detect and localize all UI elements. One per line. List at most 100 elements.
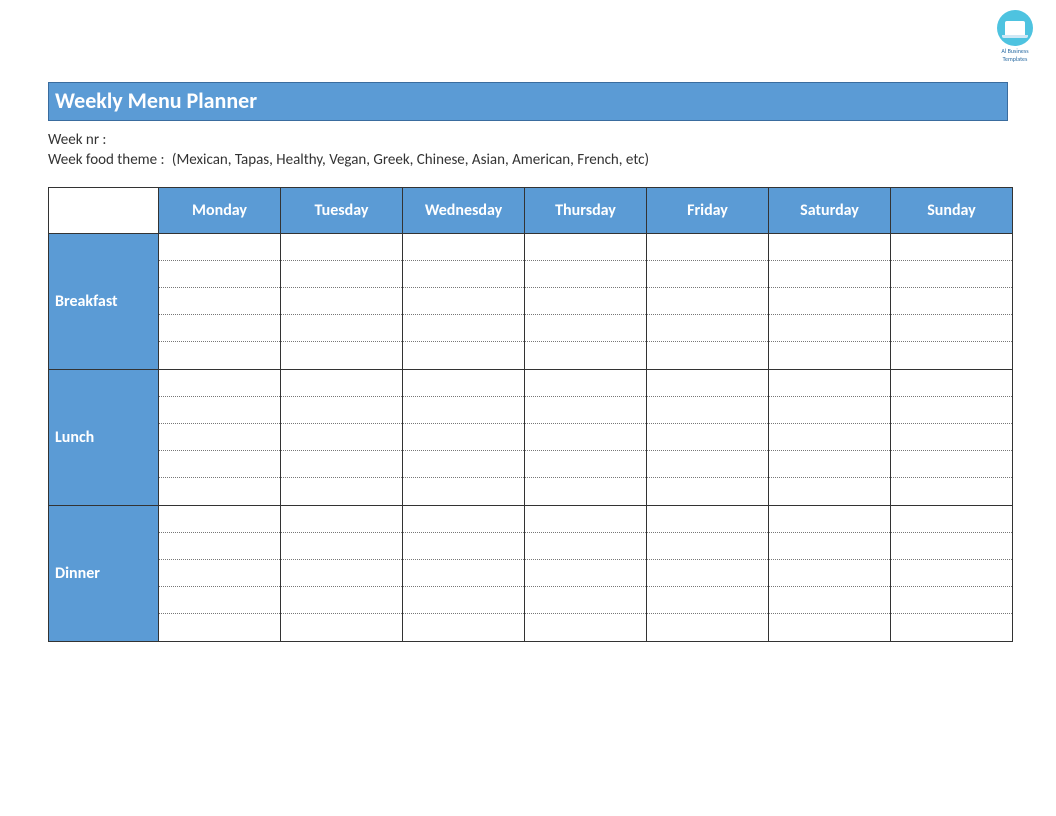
entry-line[interactable] xyxy=(281,424,402,451)
entry-line[interactable] xyxy=(525,560,646,587)
entry-line[interactable] xyxy=(647,587,768,614)
entry-line[interactable] xyxy=(525,587,646,614)
entry-line[interactable] xyxy=(647,315,768,342)
entry-line[interactable] xyxy=(525,478,646,505)
cell-dinner-wednesday[interactable] xyxy=(403,506,525,642)
entry-line[interactable] xyxy=(891,533,1012,560)
entry-line[interactable] xyxy=(281,478,402,505)
cell-dinner-thursday[interactable] xyxy=(525,506,647,642)
entry-line[interactable] xyxy=(769,560,890,587)
entry-line[interactable] xyxy=(159,478,280,505)
entry-line[interactable] xyxy=(647,533,768,560)
entry-line[interactable] xyxy=(769,315,890,342)
entry-line[interactable] xyxy=(403,234,524,261)
entry-line[interactable] xyxy=(525,234,646,261)
entry-line[interactable] xyxy=(891,506,1012,533)
entry-line[interactable] xyxy=(159,370,280,397)
entry-line[interactable] xyxy=(647,370,768,397)
entry-line[interactable] xyxy=(403,288,524,315)
cell-dinner-tuesday[interactable] xyxy=(281,506,403,642)
entry-line[interactable] xyxy=(769,533,890,560)
entry-line[interactable] xyxy=(891,587,1012,614)
entry-line[interactable] xyxy=(891,397,1012,424)
entry-line[interactable] xyxy=(159,587,280,614)
entry-line[interactable] xyxy=(769,451,890,478)
entry-line[interactable] xyxy=(403,315,524,342)
entry-line[interactable] xyxy=(769,261,890,288)
entry-line[interactable] xyxy=(647,614,768,641)
entry-line[interactable] xyxy=(281,315,402,342)
entry-line[interactable] xyxy=(281,614,402,641)
entry-line[interactable] xyxy=(159,288,280,315)
entry-line[interactable] xyxy=(891,370,1012,397)
entry-line[interactable] xyxy=(769,288,890,315)
entry-line[interactable] xyxy=(891,261,1012,288)
entry-line[interactable] xyxy=(403,342,524,369)
entry-line[interactable] xyxy=(159,506,280,533)
entry-line[interactable] xyxy=(525,288,646,315)
cell-breakfast-thursday[interactable] xyxy=(525,234,647,370)
entry-line[interactable] xyxy=(159,234,280,261)
entry-line[interactable] xyxy=(281,370,402,397)
cell-breakfast-wednesday[interactable] xyxy=(403,234,525,370)
entry-line[interactable] xyxy=(525,370,646,397)
entry-line[interactable] xyxy=(525,424,646,451)
entry-line[interactable] xyxy=(891,614,1012,641)
cell-breakfast-friday[interactable] xyxy=(647,234,769,370)
entry-line[interactable] xyxy=(891,315,1012,342)
entry-line[interactable] xyxy=(403,370,524,397)
entry-line[interactable] xyxy=(281,560,402,587)
entry-line[interactable] xyxy=(891,451,1012,478)
entry-line[interactable] xyxy=(403,587,524,614)
entry-line[interactable] xyxy=(525,397,646,424)
entry-line[interactable] xyxy=(647,424,768,451)
cell-dinner-friday[interactable] xyxy=(647,506,769,642)
entry-line[interactable] xyxy=(403,560,524,587)
entry-line[interactable] xyxy=(281,506,402,533)
entry-line[interactable] xyxy=(891,424,1012,451)
entry-line[interactable] xyxy=(647,560,768,587)
entry-line[interactable] xyxy=(525,614,646,641)
cell-dinner-sunday[interactable] xyxy=(891,506,1013,642)
cell-breakfast-sunday[interactable] xyxy=(891,234,1013,370)
entry-line[interactable] xyxy=(403,506,524,533)
entry-line[interactable] xyxy=(159,397,280,424)
entry-line[interactable] xyxy=(647,288,768,315)
entry-line[interactable] xyxy=(403,533,524,560)
entry-line[interactable] xyxy=(647,478,768,505)
entry-line[interactable] xyxy=(891,560,1012,587)
cell-dinner-monday[interactable] xyxy=(159,506,281,642)
entry-line[interactable] xyxy=(769,234,890,261)
entry-line[interactable] xyxy=(281,288,402,315)
cell-breakfast-tuesday[interactable] xyxy=(281,234,403,370)
entry-line[interactable] xyxy=(159,315,280,342)
entry-line[interactable] xyxy=(891,288,1012,315)
entry-line[interactable] xyxy=(403,451,524,478)
entry-line[interactable] xyxy=(891,342,1012,369)
entry-line[interactable] xyxy=(769,478,890,505)
entry-line[interactable] xyxy=(525,261,646,288)
entry-line[interactable] xyxy=(769,397,890,424)
entry-line[interactable] xyxy=(159,560,280,587)
entry-line[interactable] xyxy=(525,451,646,478)
cell-dinner-saturday[interactable] xyxy=(769,506,891,642)
entry-line[interactable] xyxy=(647,261,768,288)
entry-line[interactable] xyxy=(647,451,768,478)
entry-line[interactable] xyxy=(403,614,524,641)
entry-line[interactable] xyxy=(525,533,646,560)
entry-line[interactable] xyxy=(525,506,646,533)
cell-lunch-saturday[interactable] xyxy=(769,370,891,506)
entry-line[interactable] xyxy=(769,587,890,614)
entry-line[interactable] xyxy=(403,397,524,424)
cell-breakfast-saturday[interactable] xyxy=(769,234,891,370)
entry-line[interactable] xyxy=(647,342,768,369)
entry-line[interactable] xyxy=(647,506,768,533)
entry-line[interactable] xyxy=(159,261,280,288)
entry-line[interactable] xyxy=(769,424,890,451)
cell-lunch-monday[interactable] xyxy=(159,370,281,506)
entry-line[interactable] xyxy=(647,397,768,424)
entry-line[interactable] xyxy=(891,234,1012,261)
entry-line[interactable] xyxy=(281,533,402,560)
entry-line[interactable] xyxy=(769,506,890,533)
entry-line[interactable] xyxy=(159,533,280,560)
